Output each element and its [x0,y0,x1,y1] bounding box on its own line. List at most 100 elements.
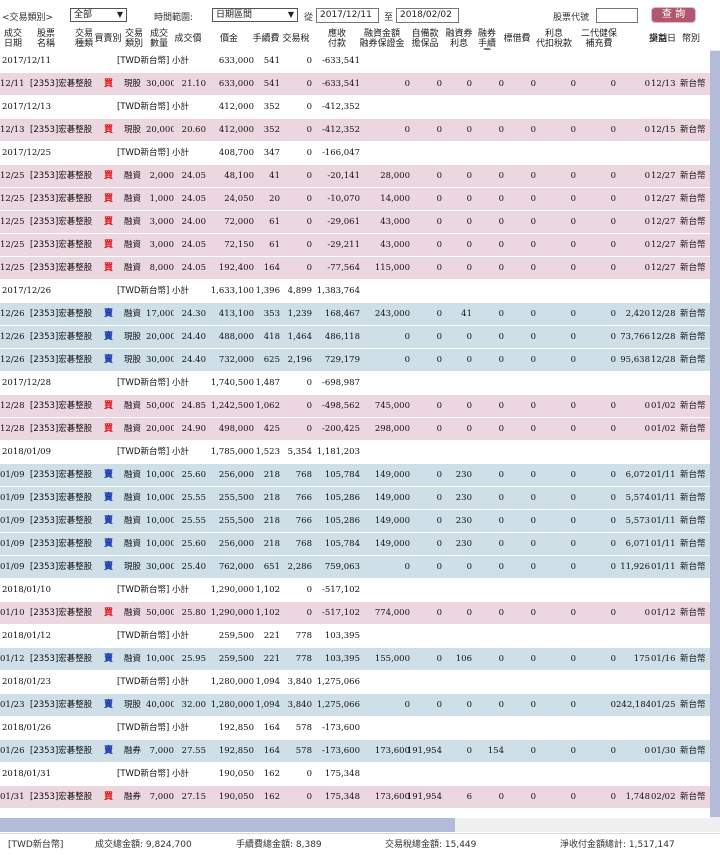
cell-it: 0 [570,332,576,342]
cell-hi: 0 [610,309,616,319]
cell-amount: 255,500 [218,493,254,503]
vertical-scrollbar-thumb[interactable] [710,51,720,817]
cell-settle: 01/12 [651,608,676,618]
cell-settle: 02/02 [651,792,676,802]
col-fee: 手續費 [252,34,280,44]
cell-qty: 7,000 [149,746,174,756]
cell-it: 0 [570,355,576,365]
table-row[interactable]: 01/09 [2353]宏碁整股 賣融資 10,000 25.55 255,500 218 7… [0,487,710,510]
cell-tax: 2,196 [287,355,312,365]
cell-payable: -29,061 [327,217,360,227]
cell-bs: 買 [104,401,114,411]
cell-sf: 0 [498,792,504,802]
cell-price: 25.55 [181,516,206,526]
table-row[interactable]: 01/09 [2353]宏碁整股 賣融資 10,000 25.55 255,500 218 7… [0,510,710,533]
cell-bs: 買 [104,194,114,204]
cell-self: 0 [436,309,442,319]
cell-mi: 6 [466,792,472,802]
table-row[interactable]: 01/12 [2353]宏碁整股 賣融資 10,000 25.95 259,500 221 7… [0,648,710,671]
cell-bs: 賣 [104,746,114,756]
col-trade-class: 交易 類別 [124,29,143,49]
cell-it: 0 [570,125,576,135]
table-row[interactable]: 12/25 [2353]宏碁整股 買融資 8,000 24.05 192,400 164 0 -… [0,257,710,280]
table-row[interactable]: 01/10 [2353]宏碁整股 買融資 50,000 25.80 1,290,000 1,… [0,602,710,625]
cell-amount: 256,000 [218,470,254,480]
table-row[interactable]: 01/09 [2353]宏碁整股 賣現股 30,000 25.40 762,000 651 2… [0,556,710,579]
table-row[interactable]: 01/09 [2353]宏碁整股 賣融資 10,000 25.60 256,000 218 7… [0,464,710,487]
cell-stock: [2353]宏碁整股 [30,125,93,135]
cell-self: 0 [436,79,442,89]
cell-cur: 新台幣 [680,355,706,365]
cell-stock: [2353]宏碁整股 [30,608,93,618]
cell-payable: -166,047 [321,148,360,158]
cell-fee: 352 [263,102,280,112]
cell-cur: 新台幣 [680,194,706,204]
col-short-fee: 融券 手續費 [477,29,496,59]
table-row[interactable]: 12/25 [2353]宏碁整股 買融資 3,000 24.05 72,150 61 0 -29… [0,234,710,257]
period-select[interactable]: 日期區間 ▼ [212,8,298,22]
table-row[interactable]: 12/26 [2353]宏碁整股 賣現股 20,000 24.40 488,000 418 1… [0,326,710,349]
col-stock: 股票 名稱 [36,29,55,49]
cell-settle: 12/27 [651,171,676,181]
cell-qty: 50,000 [146,608,174,618]
cell-bf: 0 [530,792,536,802]
cell-cls: 融資 [124,263,142,273]
table-row[interactable]: 12/25 [2353]宏碁整股 買融資 3,000 24.00 72,000 61 0 -29… [0,211,710,234]
cell-amount: 1,280,000 [210,677,254,687]
stock-code-input[interactable] [596,8,638,23]
cell-tax: 0 [306,171,312,181]
cell-pnl: 5,574 [625,493,650,503]
cell-tax: 0 [306,769,312,779]
horizontal-scrollbar-thumb[interactable] [0,818,455,832]
table-row[interactable]: 12/26 [2353]宏碁整股 賣融資 17,000 24.30 413,100 353 1… [0,303,710,326]
cell-bs: 買 [104,217,114,227]
cell-self: 0 [436,240,442,250]
cell-stock: [2353]宏碁整股 [30,401,93,411]
cell-date: 2018/01/10 [2,585,51,595]
table-row[interactable]: 01/23 [2353]宏碁整股賣現股 40,000 32.00 1,280,000 1,… [0,694,710,717]
cell-price: 24.40 [181,332,206,342]
cell-bf: 0 [530,309,536,319]
cell-bs: 買 [104,171,114,181]
to-date-input[interactable]: 2018/02/02 [396,8,459,23]
cell-sf: 0 [498,79,504,89]
cell-price: 25.60 [181,539,206,549]
cell-cur: 新台幣 [680,493,706,503]
cell-margin: 14,000 [380,194,410,204]
cell-tax: 778 [295,654,312,664]
cell-date: 2017/12/28 [2,378,51,388]
cell-qty: 10,000 [146,539,174,549]
cell-amount: 1,242,500 [210,401,254,411]
cell-cur: 新台幣 [680,263,706,273]
cell-settle: 12/27 [651,263,676,273]
table-row[interactable]: 01/31 [2353]宏碁整股買融券 7,000 27.15 190,050 162 0 1… [0,786,710,809]
cell-self: 0 [436,217,442,227]
cell-fee: 61 [269,217,280,227]
table-row[interactable]: 12/13 [2353]宏碁整股 買現股 20,000 20.60 412,000 352 0… [0,119,710,142]
cell-payable: -498,562 [321,401,360,411]
cell-mi: 0 [466,562,472,572]
cell-sf: 0 [498,424,504,434]
table-row[interactable]: 12/28 [2353]宏碁整股 買融資 20,000 24.90 498,000 425 0… [0,418,710,441]
table-row[interactable]: 12/28 [2353]宏碁整股 買融資 50,000 24.85 1,242,500 1,… [0,395,710,418]
cell-fee: 41 [269,171,280,181]
table-row[interactable]: 12/25 [2353]宏碁整股 買融資 1,000 24.05 24,050 20 0 -10… [0,188,710,211]
col-qty: 成交 數量 [149,29,168,49]
cell-stock: [2353]宏碁整股 [30,424,93,434]
table-row[interactable]: 12/11 [2353]宏碁整股 買現股 30,000 21.10 633,000 541 0… [0,73,710,96]
cell-label: [TWD新台幣] 小計 [117,56,189,66]
table-row[interactable]: 12/25 [2353]宏碁整股 買融資 2,000 24.05 48,100 41 0 -20… [0,165,710,188]
cell-it: 0 [570,309,576,319]
table-row[interactable]: 12/26 [2353]宏碁整股 賣現股 30,000 24.40 732,000 625 2… [0,349,710,372]
cell-settle: 12/27 [651,240,676,250]
table-row[interactable]: 01/09 [2353]宏碁整股 賣融資 10,000 25.60 256,000 218 7… [0,533,710,556]
trade-type-select[interactable]: 全部 ▼ [70,8,127,22]
cell-date: 12/28 [0,401,25,411]
cell-cls: 融資 [124,470,142,480]
cell-payable: -173,600 [321,723,360,733]
cell-date: 2017/12/11 [2,56,51,66]
from-date-input[interactable]: 2017/12/11 [316,8,379,23]
query-button[interactable]: 查 詢 [651,7,696,23]
cell-margin: 298,000 [374,424,410,434]
table-row[interactable]: 01/26 [2353]宏碁整股 賣融券 7,000 27.55 192,850 164 57… [0,740,710,763]
